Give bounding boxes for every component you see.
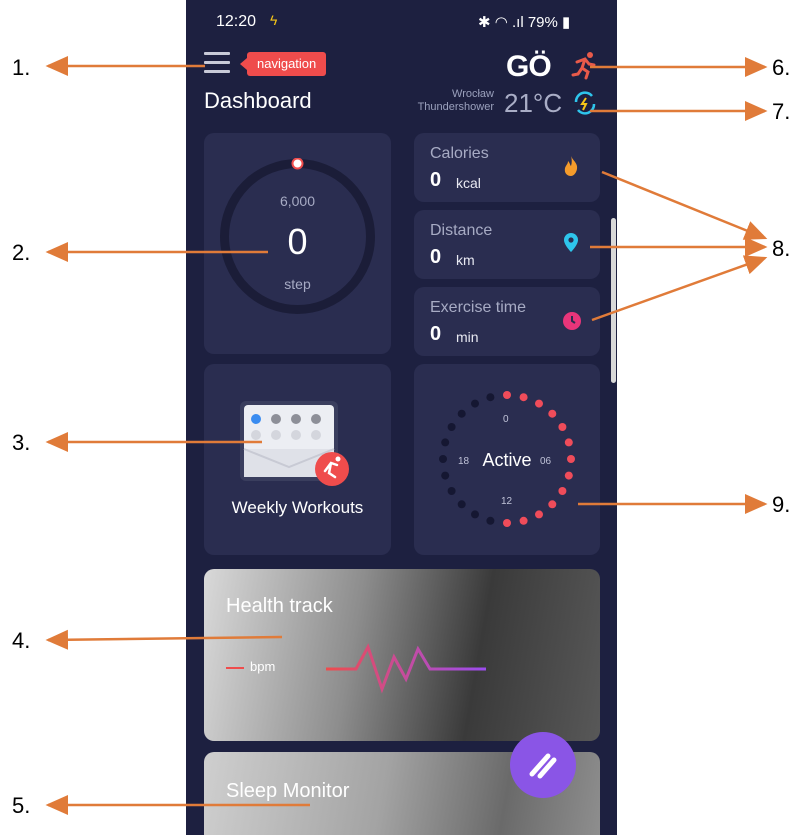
arrow-8a xyxy=(601,170,768,240)
callout-5: 5. xyxy=(12,793,31,818)
callout-6: 6. xyxy=(772,55,791,80)
callout-4: 4. xyxy=(12,628,31,653)
callout-8: 8. xyxy=(772,236,791,261)
arrow-8c xyxy=(591,255,768,322)
annotation-arrows xyxy=(45,56,768,815)
callout-2: 2. xyxy=(12,240,31,265)
arrow-4 xyxy=(45,629,283,650)
callout-3: 3. xyxy=(12,430,31,455)
callout-9: 9. xyxy=(772,492,791,517)
callout-1: 1. xyxy=(12,55,31,80)
callout-7: 7. xyxy=(772,99,791,124)
